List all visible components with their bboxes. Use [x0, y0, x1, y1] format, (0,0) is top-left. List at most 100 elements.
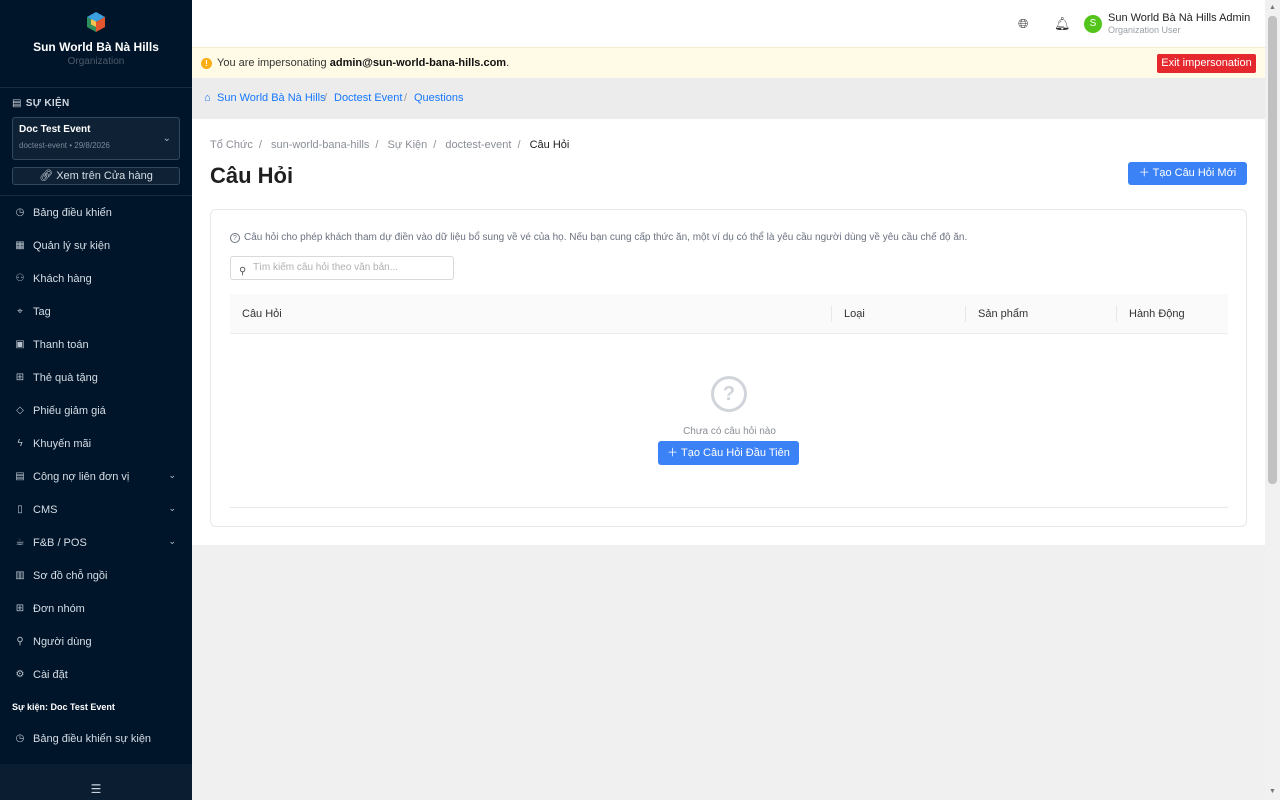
sidebar-item-settings[interactable]: ⚙︎ Cài đặt — [0, 658, 192, 691]
breadcrumb-item[interactable]: Sự Kiện — [388, 139, 428, 151]
sidebar-item-payment[interactable]: ▣ Thanh toán — [0, 328, 192, 361]
page-breadcrumb: Tổ Chức / sun-world-bana-hills / Sự Kiện / … — [210, 139, 570, 151]
home-icon[interactable]: ⌂ — [204, 92, 211, 104]
globe-icon[interactable]: 🌐︎ — [1018, 16, 1028, 32]
impersonated-email: admin@sun-world-bana-hills.com — [329, 57, 507, 69]
column-type[interactable]: Loại — [844, 308, 865, 320]
sidebar-item-group-orders[interactable]: ⊞ Đơn nhóm — [0, 592, 192, 625]
breadcrumb-item[interactable]: doctest-event — [445, 139, 511, 151]
empty-state-text: Chưa có câu hỏi nào — [683, 426, 776, 437]
warning-icon: ! — [201, 58, 212, 69]
questions-card: ? Câu hỏi cho phép khách tham dự điền và… — [210, 209, 1247, 527]
column-divider — [965, 306, 966, 322]
sidebar-item-inter-unit-debt[interactable]: ▤ Công nợ liên đơn vị ⌄ — [0, 460, 192, 493]
scroll-down-icon[interactable]: ▼ — [1269, 788, 1276, 795]
column-divider — [831, 306, 832, 322]
breadcrumb-org-link[interactable]: Sun World Bà Nà Hills — [217, 92, 326, 104]
column-actions[interactable]: Hành Động — [1129, 308, 1185, 320]
create-question-button[interactable]: ＋ Tạo Câu Hỏi Mới — [1128, 162, 1247, 185]
breadcrumb: ⌂ Sun World Bà Nà Hills / Doctest Event … — [192, 78, 1265, 119]
org-subtitle: Organization — [67, 56, 125, 67]
scrollbar-thumb[interactable] — [1268, 16, 1277, 484]
user-role: Organization User — [1108, 25, 1181, 35]
scroll-up-icon[interactable]: ▲ — [1269, 4, 1276, 11]
question-circle-icon: ? — [711, 376, 747, 412]
question-circle-icon: ? — [230, 232, 240, 243]
coffee-icon: ☕︎ — [15, 537, 25, 548]
tag-icon: ⌖ — [17, 306, 23, 317]
event-menu: ◷ Bảng điều khiển sự kiện — [0, 722, 192, 755]
page-scrollbar[interactable]: ▲ ▼ — [1265, 0, 1280, 800]
sidebar-item-gift-cards[interactable]: ⊞ Thẻ quà tặng — [0, 361, 192, 394]
user-icon: ⚲ — [16, 636, 24, 647]
sidebar-item-fnb-pos[interactable]: ☕︎ F&B / POS ⌄ — [0, 526, 192, 559]
dashboard-icon: ◷ — [15, 733, 25, 744]
sidebar: Sun World Bà Nà Hills Organization ▤ SỰ … — [0, 0, 192, 800]
bolt-icon: ϟ — [17, 438, 23, 449]
cms-icon: ▯ — [17, 504, 23, 515]
plus-icon: ＋ — [667, 447, 679, 459]
impersonation-banner: ! You are impersonating admin@sun-world-… — [192, 47, 1265, 78]
chevron-down-icon: ⌄ — [168, 503, 176, 513]
breadcrumb-separator: / — [404, 92, 408, 104]
breadcrumb-event-link[interactable]: Doctest Event — [334, 92, 402, 104]
avatar[interactable]: S — [1084, 15, 1102, 33]
seat-map-icon: ▥ — [15, 570, 25, 581]
payment-icon: ▣ — [15, 339, 25, 350]
calendar-icon: ▦ — [15, 240, 25, 251]
table-header: Câu Hỏi Loại Sản phẩm Hành Động — [230, 294, 1228, 334]
questions-hint: ? Câu hỏi cho phép khách tham dự điền và… — [230, 232, 967, 243]
coupon-icon: ◇ — [16, 405, 24, 416]
gift-icon: ⊞ — [15, 372, 25, 383]
breadcrumb-current: Câu Hỏi — [529, 139, 570, 151]
exit-impersonation-button[interactable]: Exit impersonation — [1157, 54, 1256, 73]
calendar-icon: ▤ — [12, 98, 22, 109]
breadcrumb-item[interactable]: Tổ Chức — [210, 139, 253, 151]
sidebar-item-seat-map[interactable]: ▥ Sơ đồ chỗ ngồi — [0, 559, 192, 592]
sidebar-item-event-management[interactable]: ▦ Quản lý sự kiện — [0, 229, 192, 262]
create-first-question-button[interactable]: ＋ Tạo Câu Hỏi Đầu Tiên — [658, 441, 799, 465]
event-selector-name: Doc Test Event — [19, 124, 91, 135]
top-header: 🌐︎ 🔔︎ S Sun World Bà Nà Hills Admin Orga… — [192, 0, 1265, 47]
link-icon: 🔗︎ — [39, 170, 54, 182]
grid-icon: ⊞ — [15, 603, 25, 614]
sidebar-item-users[interactable]: ⚲ Người dùng — [0, 625, 192, 658]
sidebar-item-tag[interactable]: ⌖ Tag — [0, 295, 192, 328]
sidebar-brand: Sun World Bà Nà Hills Organization — [0, 0, 192, 88]
sidebar-collapse-button[interactable]: ☰ — [0, 764, 192, 800]
event-selector-meta: doctest-event • 29/8/2026 — [19, 141, 110, 150]
main-content: Tổ Chức / sun-world-bana-hills / Sự Kiện / … — [192, 119, 1265, 545]
sidebar-item-promotions[interactable]: ϟ Khuyến mãi — [0, 427, 192, 460]
event-selector[interactable]: Doc Test Event doctest-event • 29/8/2026… — [12, 117, 180, 160]
chevron-down-icon: ⌄ — [168, 470, 176, 480]
sidebar-item-dashboard[interactable]: ◷ Bảng điều khiển — [0, 196, 192, 229]
plus-icon: ＋ — [1138, 167, 1150, 179]
chevron-down-icon: ⌄ — [162, 133, 171, 144]
events-section-label: ▤ SỰ KIỆN — [12, 98, 70, 109]
menu-collapse-icon: ☰ — [90, 782, 102, 796]
breadcrumb-item[interactable]: sun-world-bana-hills — [271, 139, 369, 151]
event-group-label: Sự kiện: Doc Test Event — [12, 702, 115, 712]
sidebar-item-coupons[interactable]: ◇ Phiếu giảm giá — [0, 394, 192, 427]
column-question[interactable]: Câu Hỏi — [242, 308, 282, 320]
sidebar-item-cms[interactable]: ▯ CMS ⌄ — [0, 493, 192, 526]
chevron-down-icon: ⌄ — [168, 536, 176, 546]
bell-icon[interactable]: 🔔︎ — [1054, 16, 1071, 32]
org-name: Sun World Bà Nà Hills — [33, 40, 159, 54]
page-title: Câu Hỏi — [210, 163, 294, 188]
column-divider — [1116, 306, 1117, 322]
impersonation-message: You are impersonating admin@sun-world-ba… — [217, 57, 510, 69]
ledger-icon: ▤ — [15, 471, 25, 482]
users-icon: ⚇ — [15, 273, 25, 284]
view-in-store-button[interactable]: 🔗︎ Xem trên Cửa hàng — [12, 167, 180, 185]
user-name[interactable]: Sun World Bà Nà Hills Admin — [1108, 12, 1250, 24]
search-placeholder: Tìm kiếm câu hỏi theo văn bản... — [253, 262, 399, 273]
breadcrumb-questions-link[interactable]: Questions — [414, 92, 464, 104]
dashboard-icon: ◷ — [15, 207, 25, 218]
column-products[interactable]: Sản phẩm — [978, 308, 1028, 320]
sidebar-item-event-dashboard[interactable]: ◷ Bảng điều khiển sự kiện — [0, 722, 192, 755]
search-input[interactable]: ⚲ Tìm kiếm câu hỏi theo văn bản... — [230, 256, 454, 280]
sidebar-item-customers[interactable]: ⚇ Khách hàng — [0, 262, 192, 295]
breadcrumb-separator: / — [324, 92, 328, 104]
org-logo-icon — [84, 10, 108, 34]
